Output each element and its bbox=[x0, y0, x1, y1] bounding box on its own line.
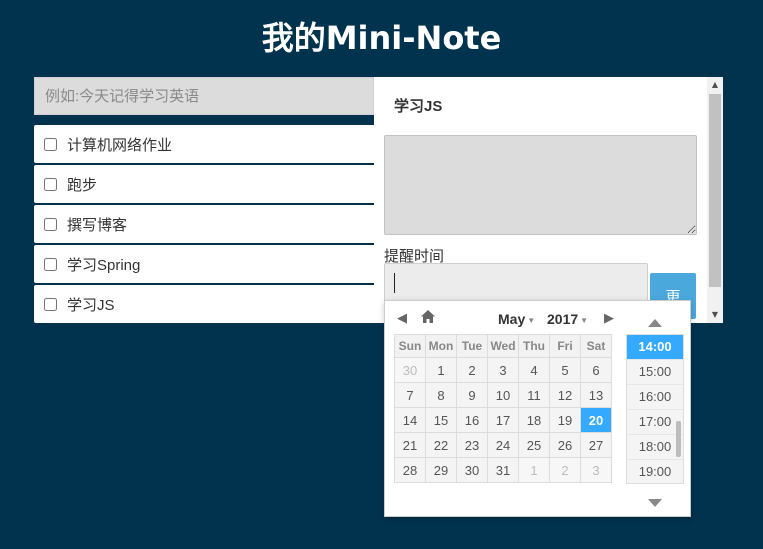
task-list: 计算机网络作业 跑步 撰写博客 学习Spring 学习JS bbox=[34, 125, 379, 325]
month-value: May bbox=[498, 311, 526, 327]
calendar-day[interactable]: 18 bbox=[518, 407, 550, 433]
next-month-icon[interactable]: ▶ bbox=[604, 310, 614, 326]
prev-month-icon[interactable]: ◀ bbox=[397, 310, 407, 326]
calendar-day[interactable]: 5 bbox=[549, 357, 581, 383]
calendar-day[interactable]: 29 bbox=[425, 457, 457, 483]
weekday-header: Thu bbox=[518, 334, 550, 358]
chevron-down-icon: ▼ bbox=[527, 315, 536, 325]
task-item[interactable]: 撰写博客 bbox=[34, 205, 379, 243]
calendar-day[interactable]: 1 bbox=[518, 457, 550, 483]
calendar-day[interactable]: 14 bbox=[394, 407, 426, 433]
task-checkbox[interactable] bbox=[44, 297, 57, 311]
calendar-day[interactable]: 3 bbox=[580, 457, 612, 483]
calendar-day[interactable]: 19 bbox=[549, 407, 581, 433]
task-checkbox[interactable] bbox=[44, 177, 57, 191]
weekday-header: Sun bbox=[394, 334, 426, 358]
calendar-day[interactable]: 31 bbox=[487, 457, 519, 483]
calendar-day[interactable]: 15 bbox=[425, 407, 457, 433]
time-option[interactable]: 17:00 bbox=[627, 410, 683, 435]
new-task-input[interactable] bbox=[34, 77, 374, 115]
time-option-selected[interactable]: 14:00 bbox=[627, 335, 683, 360]
task-label: 学习JS bbox=[67, 296, 115, 314]
calendar-day[interactable]: 30 bbox=[394, 357, 426, 383]
task-checkbox[interactable] bbox=[44, 137, 57, 151]
text-cursor bbox=[394, 273, 395, 293]
calendar-day[interactable]: 23 bbox=[456, 432, 488, 458]
time-scroll-up-icon[interactable] bbox=[647, 315, 663, 327]
scroll-down-arrow-icon[interactable]: ▼ bbox=[707, 307, 723, 323]
time-option[interactable]: 15:00 bbox=[627, 360, 683, 385]
task-label: 计算机网络作业 bbox=[67, 136, 173, 154]
home-icon[interactable] bbox=[421, 310, 435, 328]
calendar-grid: Sun Mon Tue Wed Thu Fri Sat 30 1 2 3 4 5… bbox=[394, 334, 612, 483]
calendar-day[interactable]: 30 bbox=[456, 457, 488, 483]
calendar-day[interactable]: 12 bbox=[549, 382, 581, 408]
weekday-header: Mon bbox=[425, 334, 457, 358]
reminder-time-input[interactable] bbox=[384, 263, 648, 303]
task-item[interactable]: 学习Spring bbox=[34, 245, 379, 283]
weekday-header: Sat bbox=[580, 334, 612, 358]
calendar-day[interactable]: 2 bbox=[549, 457, 581, 483]
calendar-day[interactable]: 2 bbox=[456, 357, 488, 383]
calendar-day[interactable]: 26 bbox=[549, 432, 581, 458]
weekday-header: Tue bbox=[456, 334, 488, 358]
scrollbar-thumb[interactable] bbox=[709, 94, 721, 287]
calendar-day[interactable]: 22 bbox=[425, 432, 457, 458]
calendar-day[interactable]: 27 bbox=[580, 432, 612, 458]
time-scroll-down-icon[interactable] bbox=[647, 495, 663, 507]
scroll-up-arrow-icon[interactable]: ▲ bbox=[707, 77, 723, 93]
year-value: 2017 bbox=[547, 311, 579, 327]
calendar-day[interactable]: 8 bbox=[425, 382, 457, 408]
calendar-day[interactable]: 3 bbox=[487, 357, 519, 383]
task-item[interactable]: 计算机网络作业 bbox=[34, 125, 379, 163]
task-item[interactable]: 跑步 bbox=[34, 165, 379, 203]
page-title: 我的Mini-Note bbox=[261, 19, 502, 57]
calendar-day[interactable]: 16 bbox=[456, 407, 488, 433]
task-checkbox[interactable] bbox=[44, 257, 57, 271]
year-dropdown[interactable]: 2017 ▼ bbox=[547, 311, 588, 327]
calendar-day[interactable]: 4 bbox=[518, 357, 550, 383]
calendar-day[interactable]: 21 bbox=[394, 432, 426, 458]
task-label: 撰写博客 bbox=[67, 216, 128, 234]
weekday-header: Wed bbox=[487, 334, 519, 358]
datetime-picker: ◀ May ▼ 2017 ▼ ▶ Sun Mon Tue Wed Thu Fri S… bbox=[384, 300, 691, 517]
calendar-day[interactable]: 25 bbox=[518, 432, 550, 458]
task-description-textarea[interactable] bbox=[384, 135, 697, 235]
calendar-day[interactable]: 10 bbox=[487, 382, 519, 408]
task-item[interactable]: 学习JS bbox=[34, 285, 379, 323]
calendar-day[interactable]: 6 bbox=[580, 357, 612, 383]
calendar-day[interactable]: 11 bbox=[518, 382, 550, 408]
time-option[interactable]: 19:00 bbox=[627, 460, 683, 483]
task-checkbox[interactable] bbox=[44, 217, 57, 231]
calendar-day[interactable]: 24 bbox=[487, 432, 519, 458]
chevron-down-icon: ▼ bbox=[580, 315, 589, 325]
calendar-day[interactable]: 1 bbox=[425, 357, 457, 383]
time-list: 14:00 15:00 16:00 17:00 18:00 19:00 bbox=[626, 334, 684, 484]
time-list-scrollbar[interactable] bbox=[676, 421, 681, 457]
calendar-day[interactable]: 28 bbox=[394, 457, 426, 483]
time-option[interactable]: 18:00 bbox=[627, 435, 683, 460]
weekday-header: Fri bbox=[549, 334, 581, 358]
task-label: 跑步 bbox=[67, 176, 98, 194]
calendar-day[interactable]: 7 bbox=[394, 382, 426, 408]
month-dropdown[interactable]: May ▼ bbox=[498, 311, 535, 327]
task-label: 学习Spring bbox=[67, 256, 141, 274]
detail-title: 学习JS bbox=[394, 98, 443, 115]
panel-scrollbar[interactable]: ▲ ▼ bbox=[707, 77, 723, 323]
calendar-day[interactable]: 17 bbox=[487, 407, 519, 433]
calendar-day-selected[interactable]: 20 bbox=[580, 407, 612, 433]
task-detail-panel: 学习JS 提醒时间 更 bbox=[374, 77, 723, 323]
calendar-day[interactable]: 9 bbox=[456, 382, 488, 408]
calendar-day[interactable]: 13 bbox=[580, 382, 612, 408]
time-option[interactable]: 16:00 bbox=[627, 385, 683, 410]
